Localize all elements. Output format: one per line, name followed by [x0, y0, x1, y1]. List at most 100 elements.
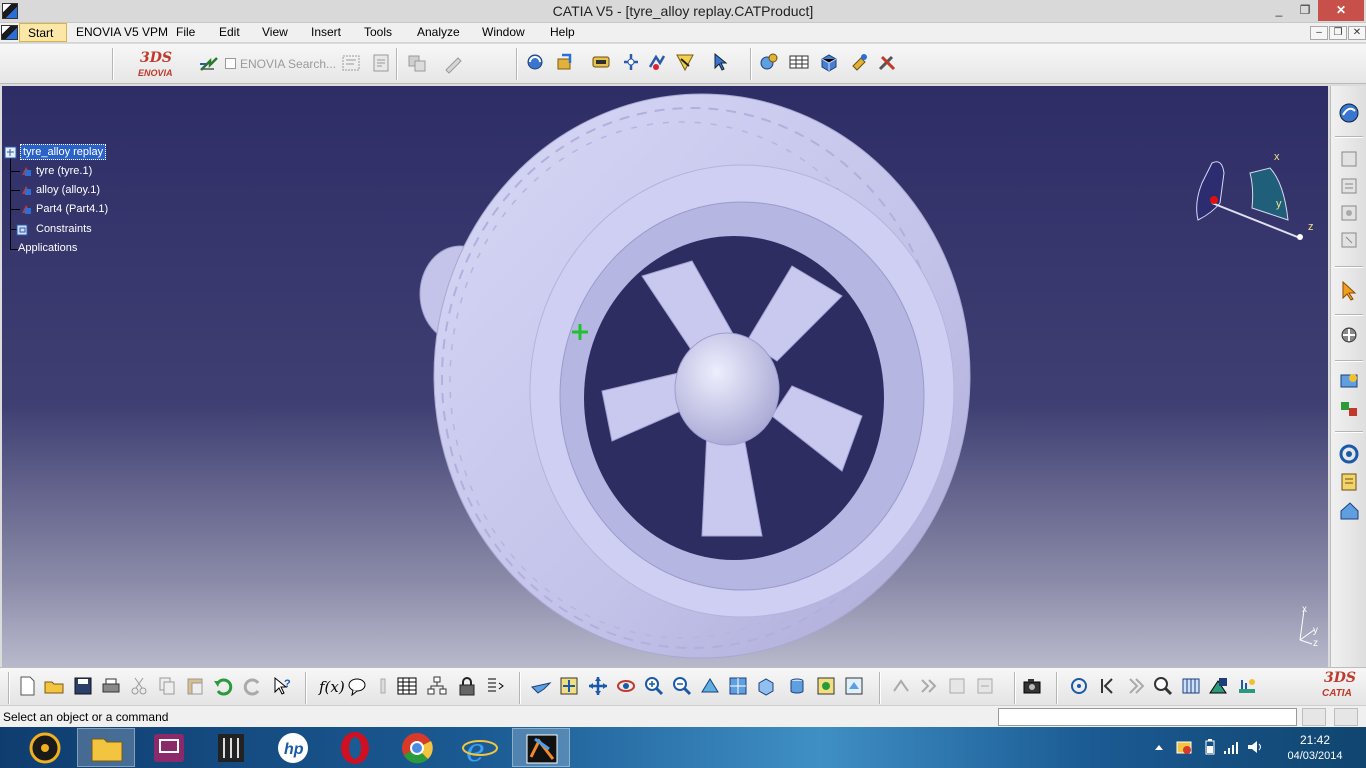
scene-icon[interactable] [1338, 499, 1362, 523]
close-button[interactable]: ✕ [1318, 0, 1364, 21]
zoom-in-icon[interactable] [643, 675, 665, 697]
3d-viewport[interactable]: tyre_alloy replay tyre (tyre.1) alloy (a… [2, 86, 1328, 667]
options-icon[interactable] [340, 52, 362, 74]
existing-component-icon[interactable] [1338, 229, 1360, 251]
constraint-icon[interactable] [1338, 370, 1362, 394]
mixer-icon[interactable] [202, 728, 260, 767]
action-center-icon[interactable] [1175, 738, 1193, 756]
hub-cap[interactable] [674, 332, 780, 446]
document-icon[interactable] [370, 52, 392, 74]
paint-icon[interactable] [848, 51, 870, 73]
normal-view-icon[interactable] [699, 675, 721, 697]
hp-icon[interactable]: hp [264, 728, 322, 767]
multi-view-icon[interactable] [727, 675, 749, 697]
new-product-icon[interactable] [1338, 175, 1360, 197]
media-player-icon[interactable] [16, 728, 74, 767]
lock-icon[interactable] [456, 675, 478, 697]
copy-icon[interactable] [156, 675, 178, 697]
enovia-search[interactable]: ENOVIA Search... [225, 57, 336, 71]
undo-icon[interactable] [212, 675, 234, 697]
clash-icon[interactable] [674, 51, 696, 73]
first-step-icon[interactable] [1096, 675, 1118, 697]
redo-icon[interactable] [242, 675, 264, 697]
paste-icon[interactable] [184, 675, 206, 697]
disabled-replay-icon[interactable] [890, 675, 912, 697]
select-icon[interactable] [710, 51, 732, 73]
select-arrow-icon[interactable] [1338, 279, 1362, 303]
hide-show-icon[interactable] [815, 675, 837, 697]
enovia-search-checkbox[interactable] [225, 58, 236, 69]
rotate-icon[interactable] [615, 675, 637, 697]
document-restore-button[interactable]: ❐ [1329, 26, 1347, 40]
document-minimize-button[interactable]: – [1310, 26, 1328, 40]
new-component-icon[interactable] [1338, 148, 1360, 170]
cut-icon[interactable] [128, 675, 150, 697]
file-explorer-icon[interactable] [77, 728, 135, 767]
menu-start[interactable]: Start [19, 23, 67, 42]
tools-icon[interactable] [876, 51, 898, 73]
restore-button[interactable]: ❐ [1292, 0, 1318, 21]
minimize-button[interactable]: _ [1266, 0, 1292, 21]
shading-icon[interactable] [786, 675, 808, 697]
save-icon[interactable] [72, 675, 94, 697]
component-icon[interactable] [818, 51, 840, 73]
knowledge-icon[interactable] [484, 675, 506, 697]
new-file-icon[interactable] [16, 675, 38, 697]
enovia-connect-icon[interactable] [198, 52, 220, 74]
new-part-icon[interactable] [1338, 202, 1360, 224]
target-icon[interactable] [1068, 675, 1090, 697]
measure-icon[interactable] [1180, 675, 1202, 697]
swap-visible-space-icon[interactable] [843, 675, 865, 697]
wheel-model[interactable] [2, 86, 1328, 667]
rotate-view-icon[interactable] [524, 51, 546, 73]
disabled-swap-icon[interactable] [406, 52, 428, 74]
status-button[interactable] [1302, 708, 1326, 726]
document-close-button[interactable]: ✕ [1348, 26, 1366, 40]
search-icon[interactable] [1152, 675, 1174, 697]
snap-icon[interactable] [646, 51, 668, 73]
internet-explorer-icon[interactable]: e [450, 728, 508, 768]
refresh-icon[interactable] [554, 51, 576, 73]
volume-icon[interactable] [1246, 738, 1266, 756]
fly-mode-icon[interactable] [530, 675, 552, 697]
move-icon[interactable] [1338, 324, 1362, 348]
last-step-icon[interactable] [1124, 675, 1146, 697]
comment-icon[interactable] [346, 675, 368, 697]
bill-of-material-icon[interactable] [1338, 471, 1362, 495]
disabled-step-icon[interactable] [918, 675, 940, 697]
menu-insert[interactable]: Insert [311, 25, 341, 39]
menu-file[interactable]: File [176, 25, 195, 39]
update-icon[interactable] [1338, 443, 1362, 467]
command-input[interactable] [998, 708, 1297, 726]
disabled-tool-icon[interactable] [372, 675, 394, 697]
bom-icon[interactable] [788, 51, 810, 73]
remote-desktop-icon[interactable] [140, 728, 198, 767]
opera-icon[interactable] [326, 728, 384, 767]
menu-analyze[interactable]: Analyze [417, 25, 460, 39]
workbench-icon[interactable] [590, 51, 612, 73]
tree-structure-icon[interactable] [426, 675, 448, 697]
network-signal-icon[interactable] [1222, 738, 1242, 756]
workbench-switch-icon[interactable] [1337, 101, 1361, 125]
zoom-out-icon[interactable] [671, 675, 693, 697]
catalog-icon[interactable] [758, 51, 780, 73]
chrome-icon[interactable] [388, 728, 446, 767]
disabled-sim-icon[interactable] [946, 675, 968, 697]
menu-tools[interactable]: Tools [364, 25, 392, 39]
menu-help[interactable]: Help [550, 25, 575, 39]
show-hidden-icons-icon[interactable] [1152, 740, 1166, 754]
whats-this-icon[interactable]: ? [271, 675, 293, 697]
menu-window[interactable]: Window [482, 25, 525, 39]
clock-date[interactable]: 04/03/2014 [1282, 750, 1348, 762]
catia-taskbar-icon[interactable] [512, 728, 570, 767]
menu-enovia[interactable]: ENOVIA V5 VPM [76, 25, 168, 39]
open-folder-icon[interactable] [43, 675, 65, 697]
pan-icon[interactable] [587, 675, 609, 697]
formula-icon[interactable]: f(x) [319, 678, 345, 696]
battery-icon[interactable] [1202, 738, 1218, 756]
sectioning-icon[interactable] [1208, 675, 1230, 697]
print-icon[interactable] [100, 675, 122, 697]
clock-time[interactable]: 21:42 [1282, 733, 1348, 747]
menu-view[interactable]: View [262, 25, 288, 39]
manipulate-icon[interactable] [620, 51, 642, 73]
